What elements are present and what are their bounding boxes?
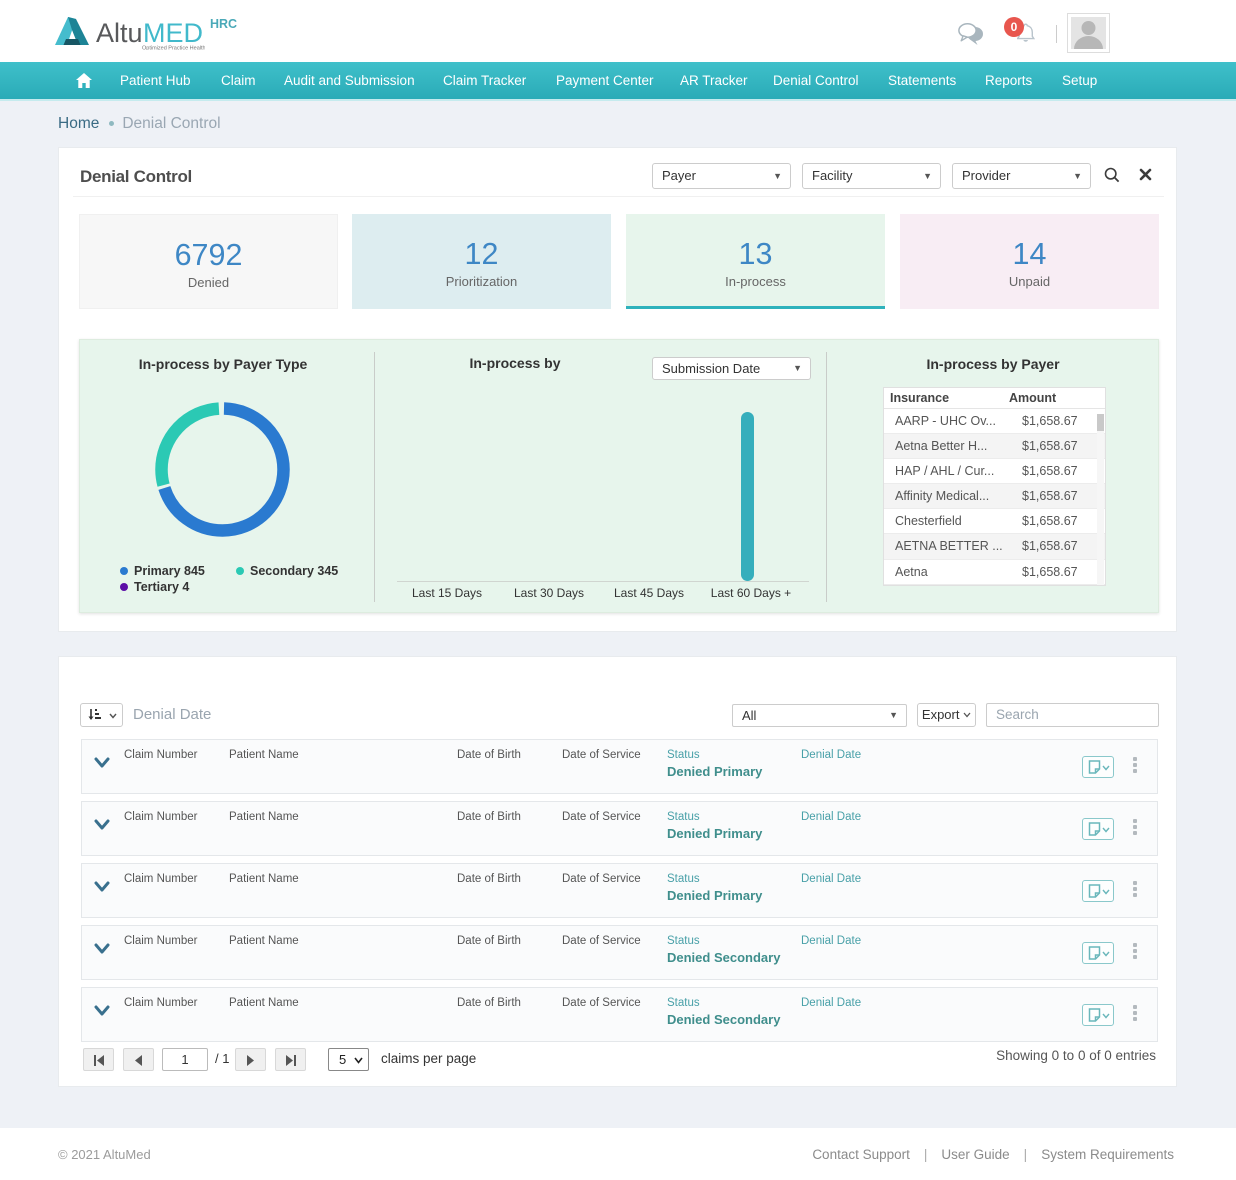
svg-text:Altu: Altu xyxy=(96,18,143,48)
svg-text:MED: MED xyxy=(143,18,203,48)
svg-text:Optimized Practice Health: Optimized Practice Health xyxy=(142,46,205,51)
